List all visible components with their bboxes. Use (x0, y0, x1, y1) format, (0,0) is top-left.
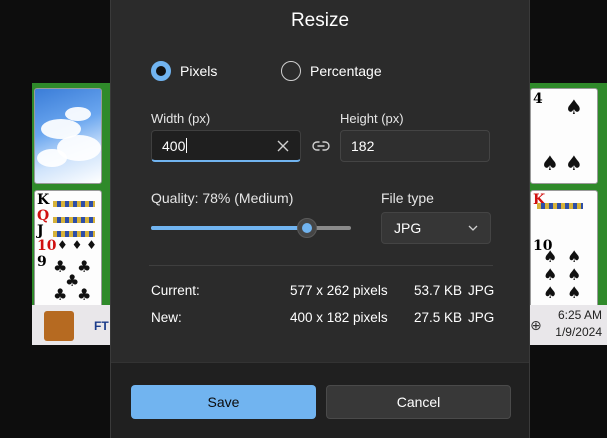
new-dimensions: 400 x 182 pixels (290, 310, 388, 325)
current-info-row: Current: 577 x 262 pixels 53.7 KB JPG (151, 283, 495, 301)
slider-fill (151, 226, 307, 230)
chevron-down-icon (468, 225, 478, 231)
text-caret (186, 138, 188, 153)
new-label: New: (151, 310, 182, 325)
radio-selected-indicator (151, 61, 171, 81)
file-type-value: JPG (394, 220, 422, 236)
globe-icon: ⊕ (530, 317, 542, 333)
height-input[interactable]: 182 (340, 130, 490, 162)
dialog-title: Resize (290, 10, 350, 31)
new-info-row: New: 400 x 182 pixels 27.5 KB JPG (151, 310, 495, 328)
taskbar-left: FT (32, 305, 114, 345)
radio-pixels-label: Pixels (180, 63, 218, 79)
width-value: 400 (162, 138, 186, 154)
quality-label: Quality: 78% (Medium) (151, 190, 294, 206)
radio-percentage[interactable]: Percentage (281, 61, 382, 81)
card-rank: 4 (533, 91, 543, 107)
taskbar-clock[interactable]: 6:25 AM 1/9/2024 (555, 307, 602, 341)
card-rank: Q (37, 208, 50, 224)
dialog-footer: Save Cancel (111, 362, 529, 438)
height-label: Height (px) (340, 111, 404, 126)
taskbar-app-icon (44, 311, 74, 341)
cancel-button[interactable]: Cancel (326, 385, 511, 419)
new-size: 27.5 KB (414, 310, 463, 325)
clear-icon[interactable] (276, 139, 290, 153)
card-rank: 9 (37, 254, 47, 270)
radio-percentage-label: Percentage (310, 63, 382, 79)
clock-date: 1/9/2024 (555, 325, 602, 339)
width-label: Width (px) (151, 111, 211, 126)
radio-unselected-indicator (281, 61, 301, 81)
width-input[interactable]: 400 (151, 130, 301, 162)
current-format: JPG (468, 283, 495, 298)
card-stack-left: K Q J 10 ♦ ♦ ♦ 9 ♣ ♣ ♣ ♣ ♣ (34, 190, 102, 308)
card-back (34, 88, 102, 184)
link-aspect-ratio-icon[interactable] (312, 139, 330, 153)
current-dimensions: 577 x 262 pixels (290, 283, 388, 298)
divider (149, 265, 493, 266)
current-size: 53.7 KB (414, 283, 463, 298)
taskbar-text: FT (94, 319, 109, 333)
file-type-label: File type (381, 190, 434, 206)
clock-time: 6:25 AM (557, 308, 602, 322)
current-label: Current: (151, 283, 200, 298)
card-right-top: 4 ♠ ♠ ♠ (530, 88, 598, 184)
slider-thumb[interactable] (297, 218, 317, 238)
resize-dialog: Resize Pixels Percentage Width (px) 400 … (110, 0, 530, 438)
save-button[interactable]: Save (131, 385, 316, 419)
card-stack-right: K 10 ♠ ♠ ♠ ♠ ♠ ♠ (530, 190, 598, 308)
card-rank: J (37, 223, 44, 239)
new-format: JPG (468, 310, 495, 325)
card-rank: K (37, 192, 50, 208)
quality-slider[interactable] (151, 218, 351, 238)
file-type-dropdown[interactable]: JPG (381, 212, 491, 244)
taskbar-right: ⊕ 6:25 AM 1/9/2024 (528, 305, 607, 345)
radio-pixels[interactable]: Pixels (151, 61, 217, 81)
height-value: 182 (351, 138, 375, 154)
card-rank: 10 (37, 238, 57, 254)
